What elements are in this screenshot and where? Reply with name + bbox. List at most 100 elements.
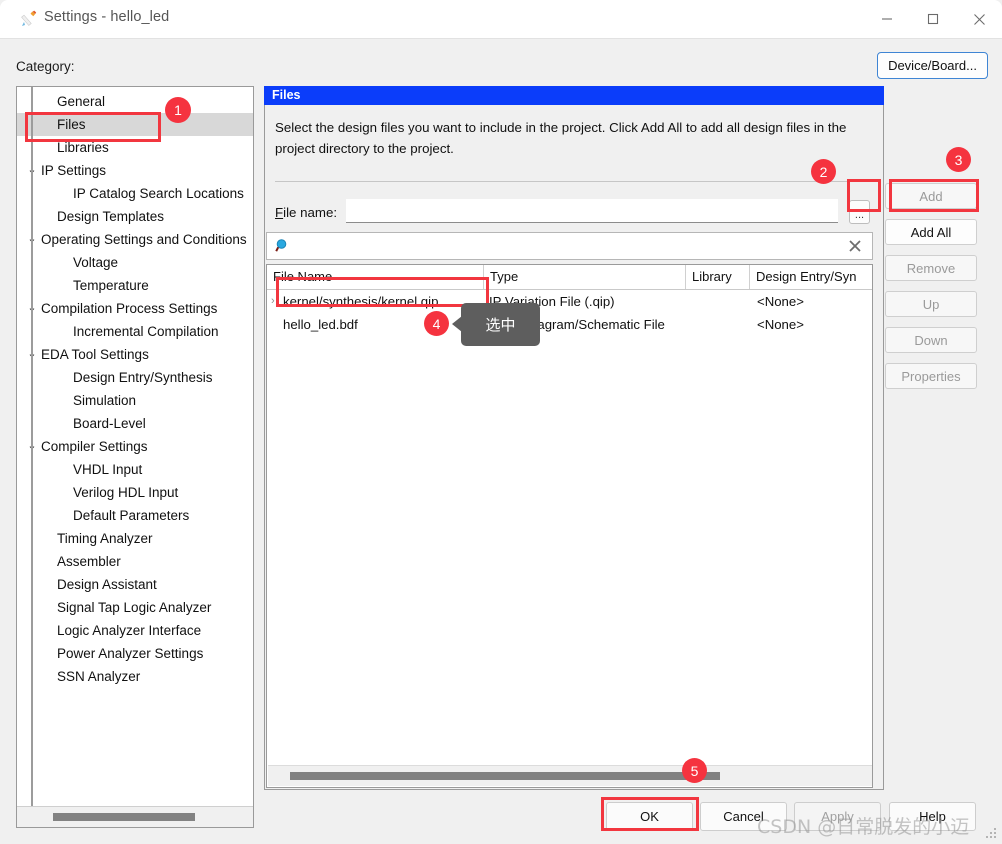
column-header-file-name[interactable]: File Name bbox=[267, 265, 483, 289]
category-label: Category: bbox=[16, 59, 75, 74]
tree-item-compilation-process-settings[interactable]: ⌄Compilation Process Settings bbox=[17, 297, 253, 320]
tree-item-ip-catalog-search-locations[interactable]: IP Catalog Search Locations bbox=[17, 182, 253, 205]
help-button[interactable]: Help bbox=[889, 802, 976, 831]
tree-item-assembler[interactable]: Assembler bbox=[17, 550, 253, 573]
tree-item-label: Design Entry/Synthesis bbox=[73, 370, 213, 385]
tree-item-ssn-analyzer[interactable]: SSN Analyzer bbox=[17, 665, 253, 688]
tree-item-vhdl-input[interactable]: VHDL Input bbox=[17, 458, 253, 481]
table-body: › kernel/synthesis/kernel.qip IP Variation… bbox=[267, 290, 872, 336]
cell-library bbox=[685, 313, 749, 336]
file-name-label: File name: bbox=[275, 205, 337, 220]
cell-design-entry: <None> bbox=[757, 294, 804, 309]
table-row[interactable]: › kernel/synthesis/kernel.qip IP Variation… bbox=[267, 290, 872, 313]
files-panel: Files Select the design files you want t… bbox=[264, 86, 988, 790]
files-panel-header: Files bbox=[264, 86, 884, 105]
browse-button[interactable]: ... bbox=[849, 200, 870, 224]
tree-item-verilog-hdl-input[interactable]: Verilog HDL Input bbox=[17, 481, 253, 504]
tree-item-ip-settings[interactable]: ⌄IP Settings bbox=[17, 159, 253, 182]
tree-item-label: Design Templates bbox=[57, 209, 165, 224]
search-input[interactable] bbox=[297, 236, 841, 258]
tree-item-temperature[interactable]: Temperature bbox=[17, 274, 253, 297]
tree-item-label: Power Analyzer Settings bbox=[57, 646, 204, 661]
tree-item-label: IP Catalog Search Locations bbox=[73, 186, 244, 201]
table-horizontal-scrollbar[interactable] bbox=[268, 765, 872, 786]
cell-design-entry: <None> bbox=[757, 317, 804, 332]
tree-item-power-analyzer-settings[interactable]: Power Analyzer Settings bbox=[17, 642, 253, 665]
down-button[interactable]: Down bbox=[885, 327, 977, 353]
tree-item-label: Signal Tap Logic Analyzer bbox=[57, 600, 212, 615]
tree-item-label: Logic Analyzer Interface bbox=[57, 623, 202, 638]
cell-file-name: hello_led.bdf bbox=[283, 317, 358, 332]
ok-button[interactable]: OK bbox=[606, 802, 693, 831]
cell-file-name: kernel/synthesis/kernel.qip bbox=[283, 294, 439, 309]
tree-item-simulation[interactable]: Simulation bbox=[17, 389, 253, 412]
files-table: File Name Type Library Design Entry/Syn › ke… bbox=[266, 264, 873, 788]
minimize-icon[interactable] bbox=[864, 0, 910, 38]
tree-item-default-parameters[interactable]: Default Parameters bbox=[17, 504, 253, 527]
remove-button[interactable]: Remove bbox=[885, 255, 977, 281]
tree-item-eda-tool-settings[interactable]: ⌄EDA Tool Settings bbox=[17, 343, 253, 366]
file-name-label-mnemonic: F bbox=[275, 205, 284, 220]
close-icon[interactable] bbox=[956, 0, 1002, 38]
column-header-library[interactable]: Library bbox=[685, 265, 749, 289]
tree-item-design-entry-synthesis[interactable]: Design Entry/Synthesis bbox=[17, 366, 253, 389]
add-all-button[interactable]: Add All bbox=[885, 219, 977, 245]
tree-item-label: Timing Analyzer bbox=[57, 531, 153, 546]
tree-item-label: Compilation Process Settings bbox=[41, 301, 218, 316]
tree-item-design-templates[interactable]: Design Templates bbox=[17, 205, 253, 228]
add-button[interactable]: Add bbox=[885, 183, 977, 209]
tree-item-operating-settings-and-conditions[interactable]: ⌄Operating Settings and Conditions bbox=[17, 228, 253, 251]
tree-item-label: SSN Analyzer bbox=[57, 669, 141, 684]
cell-library bbox=[685, 290, 749, 313]
tree-item-design-assistant[interactable]: Design Assistant bbox=[17, 573, 253, 596]
clear-icon[interactable] bbox=[846, 237, 864, 255]
tree-item-timing-analyzer[interactable]: Timing Analyzer bbox=[17, 527, 253, 550]
tree-guide-line bbox=[31, 87, 33, 807]
tree-item-label: Default Parameters bbox=[73, 508, 190, 523]
table-scrollbar-thumb[interactable] bbox=[290, 772, 720, 780]
tree-item-files[interactable]: Files bbox=[17, 113, 253, 136]
column-header-type[interactable]: Type bbox=[483, 265, 685, 289]
tree-item-voltage[interactable]: Voltage bbox=[17, 251, 253, 274]
tree-item-label: Design Assistant bbox=[57, 577, 157, 592]
apply-button[interactable]: Apply bbox=[794, 802, 881, 831]
window-controls bbox=[864, 0, 1002, 38]
tree-item-general[interactable]: General bbox=[17, 90, 253, 113]
settings-dialog: Settings - hello_led Category: Device/Bo… bbox=[0, 0, 1002, 844]
tree-item-label: Simulation bbox=[73, 393, 137, 408]
tree-item-compiler-settings[interactable]: ⌄Compiler Settings bbox=[17, 435, 253, 458]
tree-item-incremental-compilation[interactable]: Incremental Compilation bbox=[17, 320, 253, 343]
tree-item-board-level[interactable]: Board-Level bbox=[17, 412, 253, 435]
pencil-icon bbox=[20, 10, 38, 28]
device-board-button[interactable]: Device/Board... bbox=[877, 52, 988, 79]
badge-2: 2 bbox=[811, 159, 836, 184]
cancel-button[interactable]: Cancel bbox=[700, 802, 787, 831]
badge-3: 3 bbox=[946, 147, 971, 172]
window-title: Settings - hello_led bbox=[44, 9, 170, 25]
tree-item-libraries[interactable]: Libraries bbox=[17, 136, 253, 159]
badge-4: 4 bbox=[424, 311, 449, 336]
table-row[interactable]: hello_led.bdf Block Diagram/Schematic Fil… bbox=[267, 313, 872, 336]
up-button[interactable]: Up bbox=[885, 291, 977, 317]
tree-item-logic-analyzer-interface[interactable]: Logic Analyzer Interface bbox=[17, 619, 253, 642]
tree-item-label: Board-Level bbox=[73, 416, 146, 431]
files-panel-body: Select the design files you want to incl… bbox=[264, 105, 977, 790]
magnifier-icon[interactable] bbox=[275, 238, 291, 254]
properties-button[interactable]: Properties bbox=[885, 363, 977, 389]
file-name-label-rest: ile name: bbox=[283, 205, 338, 220]
tree-item-label: Operating Settings and Conditions bbox=[41, 232, 247, 247]
category-tree-panel: General Files Libraries⌄IP Settings IP Cata… bbox=[16, 86, 254, 828]
dialog-buttons: OK Cancel Apply Help bbox=[0, 797, 1002, 844]
tree-item-label: Incremental Compilation bbox=[73, 324, 219, 339]
tree-item-signal-tap-logic-analyzer[interactable]: Signal Tap Logic Analyzer bbox=[17, 596, 253, 619]
table-header-row: File Name Type Library Design Entry/Syn bbox=[267, 265, 872, 290]
column-header-design-entry-syn[interactable]: Design Entry/Syn bbox=[749, 265, 872, 289]
maximize-icon[interactable] bbox=[910, 0, 956, 38]
category-tree: General Files Libraries⌄IP Settings IP Cata… bbox=[17, 87, 253, 688]
filter-search-row bbox=[266, 232, 873, 260]
resize-grip-icon[interactable] bbox=[986, 828, 998, 840]
file-name-input[interactable] bbox=[346, 199, 838, 223]
tree-item-label: Files bbox=[57, 117, 86, 132]
divider bbox=[275, 181, 875, 182]
selection-tooltip: 选中 bbox=[461, 303, 540, 346]
